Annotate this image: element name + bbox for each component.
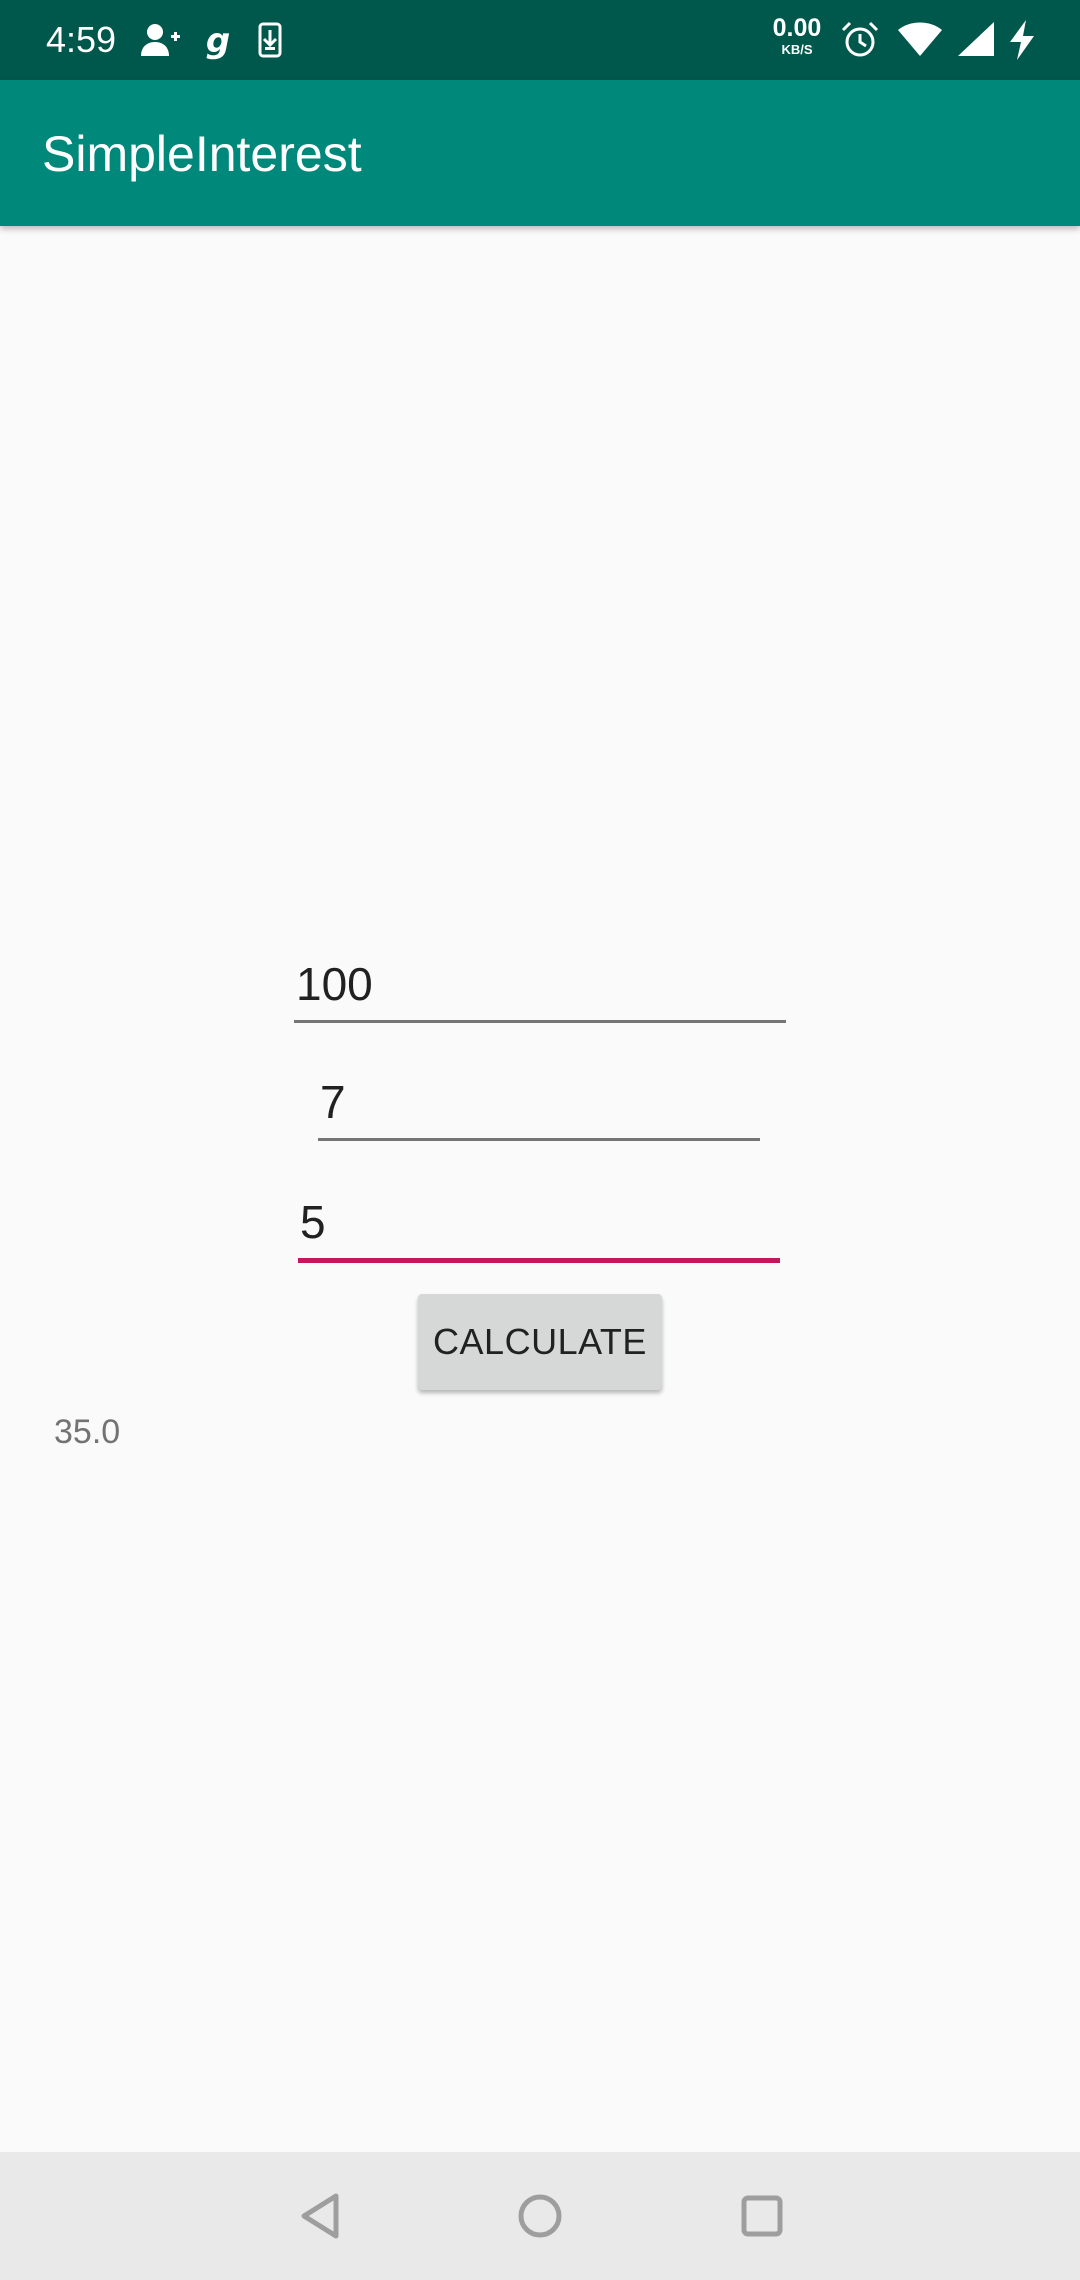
calculate-button-label: CALCULATE: [433, 1321, 647, 1362]
rate-field[interactable]: [318, 1066, 760, 1141]
svg-text:g: g: [206, 21, 230, 61]
time-field[interactable]: [298, 1186, 780, 1263]
principal-field[interactable]: [294, 948, 786, 1023]
recents-icon[interactable]: [730, 2184, 794, 2248]
download-icon: [248, 18, 292, 62]
result-text: 35.0: [54, 1413, 121, 1451]
wifi-icon: [896, 18, 942, 62]
back-icon[interactable]: [290, 2184, 354, 2248]
time-input[interactable]: [298, 1186, 780, 1258]
g-app-icon: g: [196, 18, 240, 62]
net-speed: 0.00 KB/S: [768, 14, 826, 57]
status-bar: 4:59 g 0.00 KB/S: [0, 0, 1080, 80]
status-time: 4:59: [46, 19, 117, 60]
app-title: SimpleInterest: [42, 126, 362, 182]
rate-input[interactable]: [318, 1066, 760, 1138]
principal-input[interactable]: [294, 948, 786, 1020]
calculate-button[interactable]: CALCULATE: [418, 1294, 662, 1390]
alarm-icon: [838, 18, 882, 62]
charging-icon: [1004, 18, 1048, 62]
net-speed-unit: KB/S: [781, 42, 813, 57]
app-bar: SimpleInterest: [0, 80, 1080, 226]
home-icon[interactable]: [508, 2184, 572, 2248]
signal-icon: [954, 18, 998, 62]
navigation-bar: [0, 2152, 1080, 2280]
add-person-icon: [138, 18, 182, 62]
net-speed-value: 0.00: [772, 14, 822, 42]
